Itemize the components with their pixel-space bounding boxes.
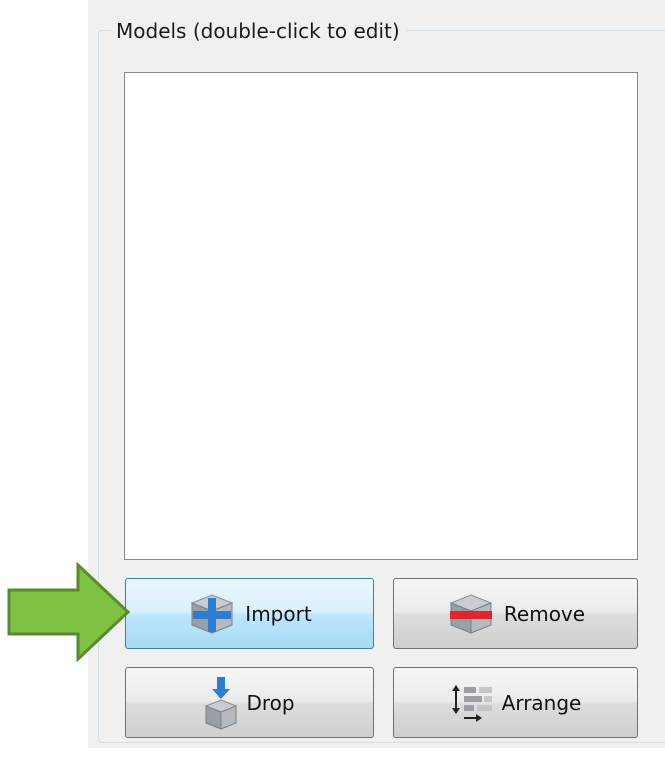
import-button[interactable]: Import — [125, 578, 374, 649]
cube-drop-icon — [204, 676, 238, 730]
import-button-label: Import — [245, 601, 312, 626]
arrange-icon — [450, 683, 494, 723]
models-list[interactable] — [124, 72, 638, 560]
drop-button[interactable]: Drop — [125, 667, 374, 738]
drop-button-label: Drop — [246, 690, 295, 715]
remove-button[interactable]: Remove — [393, 578, 638, 649]
green-arrow-icon — [6, 561, 131, 666]
remove-button-label: Remove — [503, 601, 586, 626]
arrange-button[interactable]: Arrange — [393, 667, 638, 738]
cube-plus-icon — [187, 592, 237, 636]
cube-minus-icon — [446, 592, 496, 636]
arrange-button-label: Arrange — [501, 690, 582, 715]
models-group-title: Models (double-click to edit) — [112, 18, 406, 44]
